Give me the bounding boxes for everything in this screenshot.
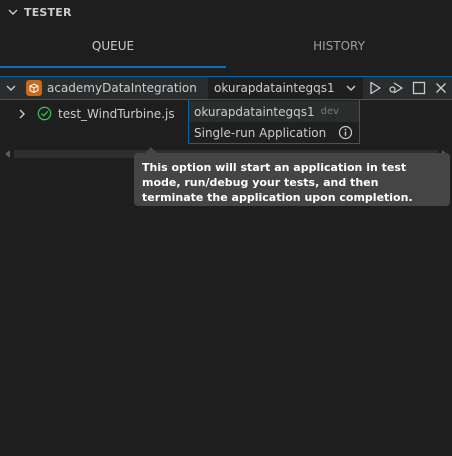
application-row[interactable]: academyDataIntegration okurapdataintegqs… [0, 76, 452, 100]
dropdown-option-description: dev [320, 106, 340, 117]
tab-history[interactable]: HISTORY [226, 24, 452, 68]
info-icon[interactable] [338, 125, 353, 140]
chevron-down-icon[interactable] [4, 81, 18, 95]
chevron-right-icon[interactable] [15, 107, 29, 121]
application-label: academyDataIntegration [47, 81, 197, 95]
tooltip-text: This option will start an application in… [142, 161, 413, 204]
dropdown-option-environment[interactable]: okurapdataintegqs1 dev [189, 101, 359, 122]
scroll-left-arrow-icon[interactable] [5, 150, 10, 158]
stop-icon[interactable] [411, 80, 427, 96]
environment-dropdown: okurapdataintegqs1 dev Single-run Applic… [188, 99, 360, 144]
test-label: test_WindTurbine.js [58, 107, 175, 121]
environment-select[interactable]: okurapdataintegqs1 [208, 77, 363, 99]
debug-icon[interactable] [388, 80, 404, 96]
chevron-down-icon[interactable] [6, 5, 20, 19]
dropdown-option-label: okurapdataintegqs1 [194, 104, 315, 119]
run-icon[interactable] [367, 80, 383, 96]
check-circle-icon [37, 106, 52, 121]
tab-bar: QUEUE HISTORY [0, 24, 452, 68]
dropdown-option-label: Single-run Application [194, 125, 327, 140]
dropdown-option-single-run[interactable]: Single-run Application [189, 122, 359, 143]
environment-select-value: okurapdataintegqs1 [214, 81, 335, 95]
close-icon[interactable] [433, 80, 449, 96]
chevron-down-icon[interactable] [345, 82, 357, 94]
app-package-icon [26, 80, 42, 96]
panel-header[interactable]: TESTER [0, 0, 452, 24]
tab-queue[interactable]: QUEUE [0, 24, 226, 68]
panel-title: TESTER [24, 5, 72, 19]
tooltip: This option will start an application in… [134, 153, 450, 206]
